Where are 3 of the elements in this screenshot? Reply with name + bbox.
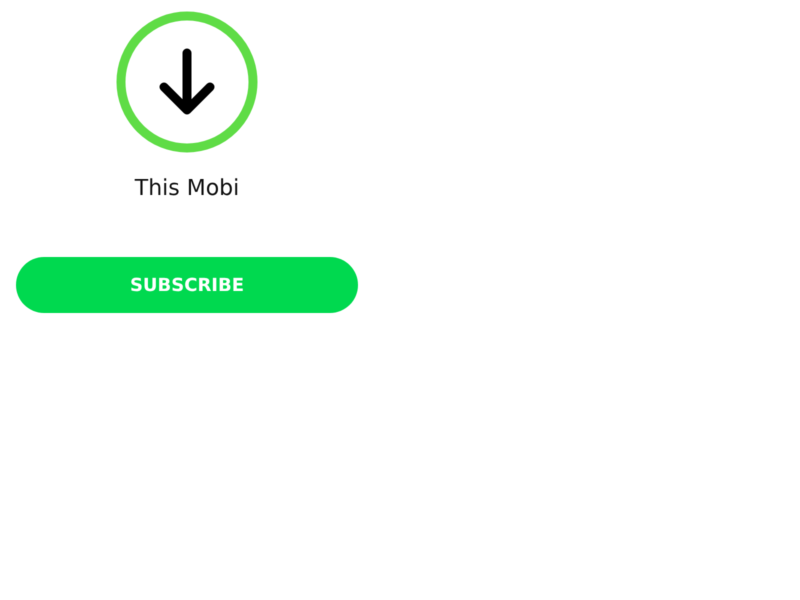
subscribe-button[interactable]: SUBSCRIBE: [16, 257, 358, 313]
download-label: This Mobi: [134, 175, 240, 203]
download-icon[interactable]: [116, 11, 258, 153]
